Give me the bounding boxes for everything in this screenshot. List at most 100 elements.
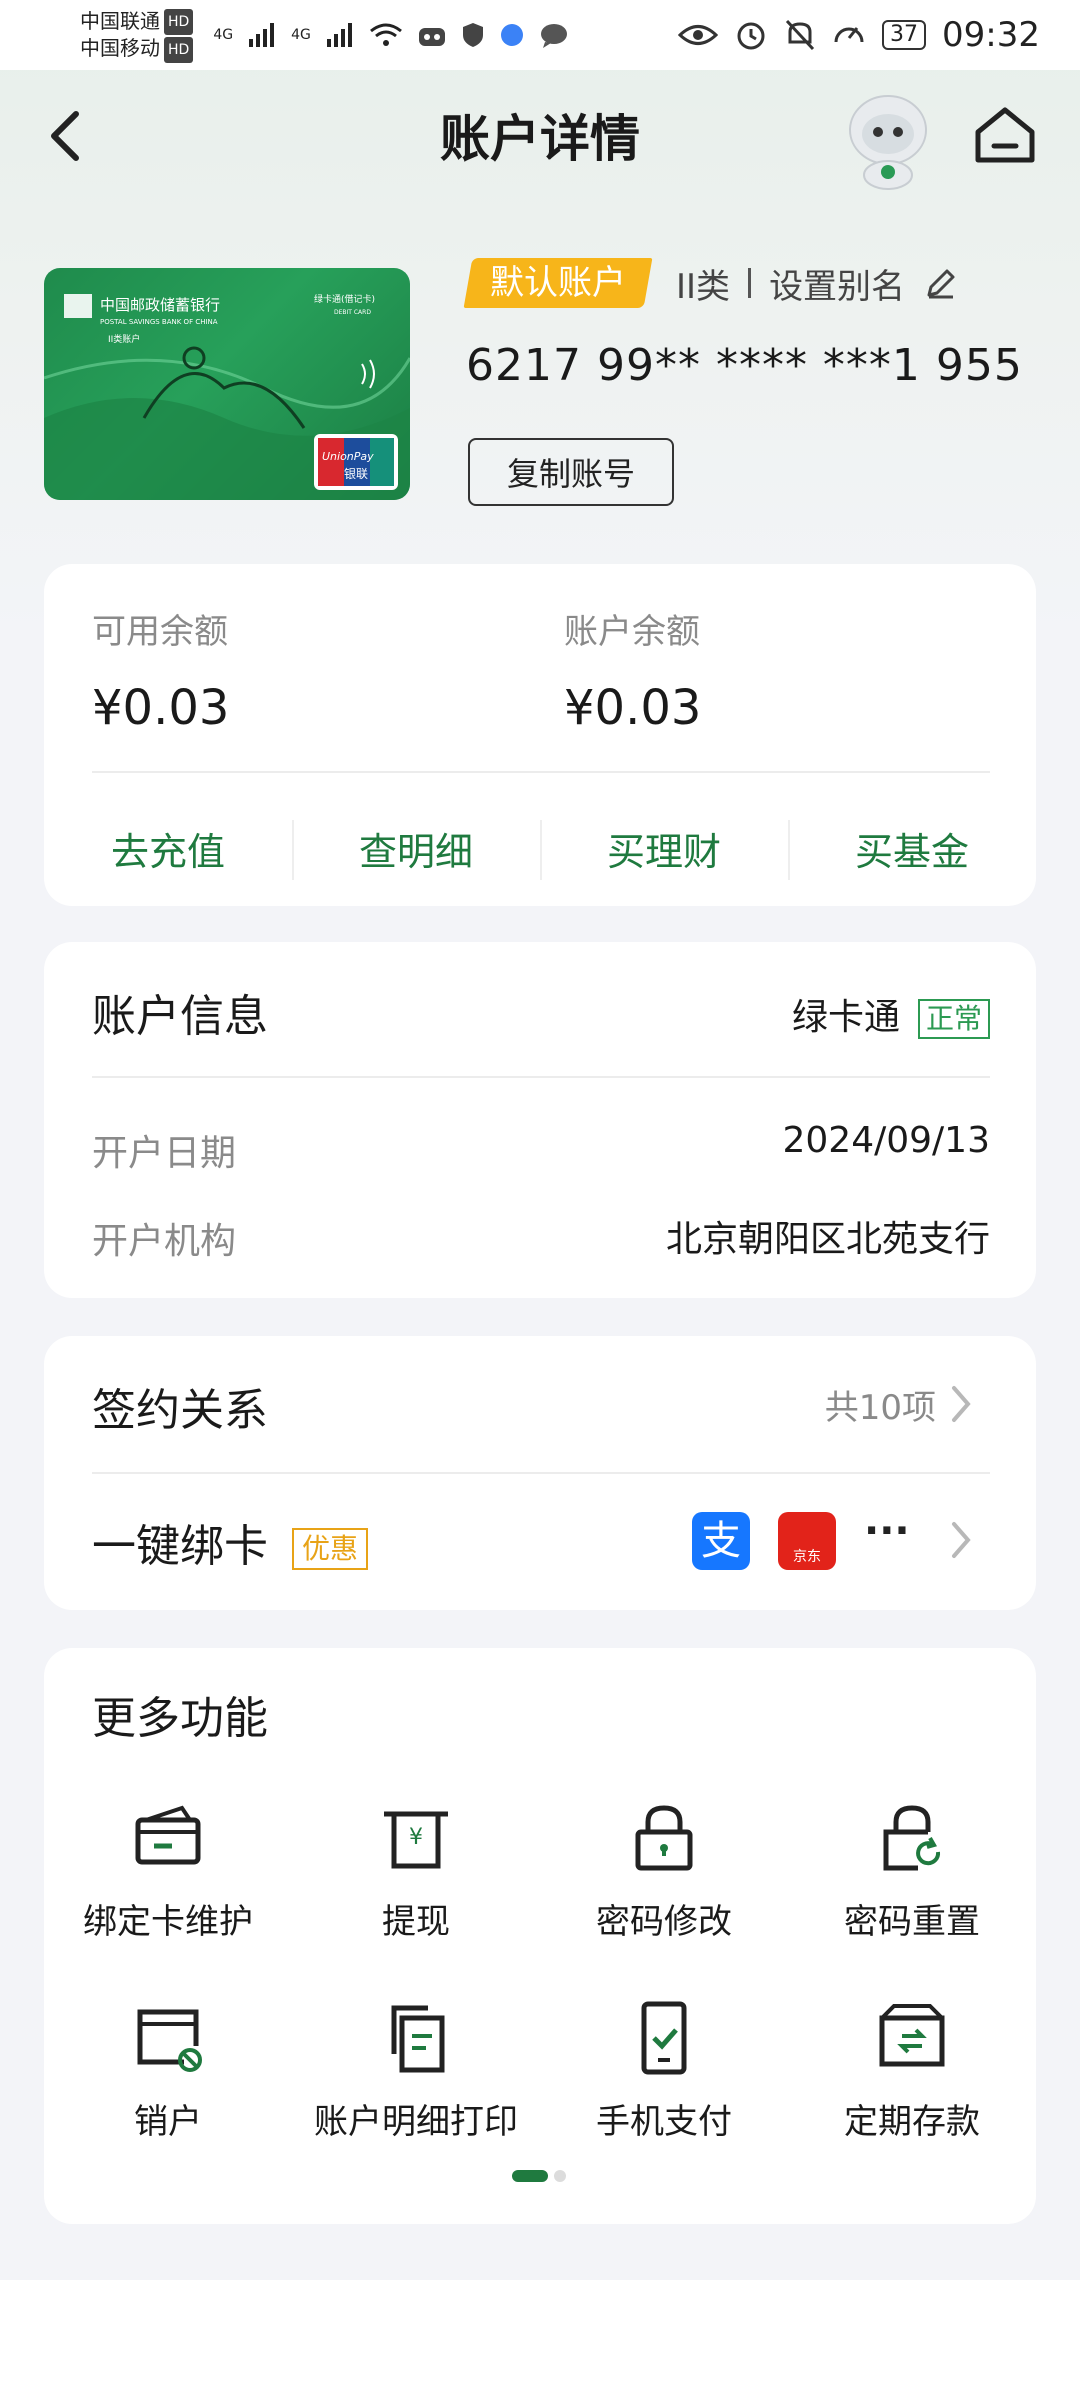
withdraw-icon: ¥ [384, 1811, 448, 1869]
feature-mobile-pay[interactable]: 手机支付 [540, 1998, 788, 2158]
status-bar: 中国联通 HD 中国移动 HD 4G 4G 37 09:32 [0, 0, 1080, 70]
sign-relation-title: 签约关系 [92, 1385, 268, 1436]
balance-actions: 去充值 查明细 买理财 买基金 [44, 808, 1036, 888]
print-icon [391, 2005, 445, 2073]
carriers: 中国联通 HD 中国移动 HD [80, 8, 194, 63]
card-meta: II类 设置别名 [676, 258, 959, 308]
one-key-bind-row-title: 一键绑卡 优惠 [92, 1510, 369, 1574]
signal-icon [249, 23, 275, 47]
speed-icon [834, 27, 864, 43]
card-type-en: DEBIT CARD [334, 309, 371, 316]
shield-icon [462, 23, 483, 47]
one-key-bind-row[interactable]: 一键绑卡 优惠 支 京东 ··· [44, 1474, 1036, 1610]
promo-badge: 优惠 [292, 1528, 369, 1570]
account-info-title: 账户信息 [92, 991, 268, 1042]
default-account-label: 默认账户 [490, 263, 626, 303]
unionpay-label: UnionPay [322, 450, 374, 463]
chevron-right-icon [952, 1386, 971, 1422]
close-account-icon [137, 2009, 202, 2072]
wifi-icon [369, 23, 402, 46]
feature-bind-card[interactable]: 绑定卡维护 [44, 1798, 292, 1958]
network-type-1: 4G [213, 27, 234, 43]
sign-relation-row[interactable]: 签约关系 共10项 [44, 1336, 1036, 1472]
one-key-bind-title: 一键绑卡 [92, 1521, 268, 1572]
mascot-avatar[interactable] [838, 80, 938, 190]
page-dot [554, 2170, 566, 2182]
jd-icon: 京东 [778, 1512, 836, 1570]
clock: 09:32 [942, 15, 1040, 55]
feature-label: 绑定卡维护 [83, 1902, 253, 1942]
edit-icon[interactable] [923, 265, 959, 301]
phone-pay-icon [641, 2001, 687, 2075]
home-button[interactable] [970, 100, 1040, 170]
branch-label: 开户机构 [92, 1221, 237, 1262]
page-indicator [512, 2170, 566, 2182]
buy-wealth-button[interactable]: 买理财 [540, 808, 788, 888]
card-type-name: 绿卡通 [791, 997, 900, 1038]
feature-change-password[interactable]: 密码修改 [540, 1798, 788, 1958]
deposit-icon [879, 2004, 945, 2067]
card-number: 6217 99** **** ***1 955 [466, 340, 1023, 391]
eye-icon [678, 25, 719, 45]
alarm-icon [737, 22, 765, 50]
top-header: 账户详情 [0, 70, 1080, 200]
feature-label: 密码重置 [844, 1902, 980, 1942]
details-button[interactable]: 查明细 [292, 808, 540, 888]
card-icon [135, 1805, 201, 1865]
lock-icon [635, 1805, 693, 1871]
network-type-2: 4G [291, 27, 311, 43]
feature-fixed-deposit[interactable]: 定期存款 [788, 1998, 1036, 2158]
available-balance-label: 可用余额 [92, 612, 228, 652]
balance-panel: 可用余额 ¥0.03 账户余额 ¥0.03 去充值 查明细 买理财 买基金 [44, 564, 1036, 906]
browser-icon [500, 24, 523, 46]
card-artwork: 中国邮政储蓄银行 POSTAL SAVINGS BANK OF CHINA II… [44, 293, 410, 500]
feature-label: 密码修改 [596, 1902, 732, 1942]
lock-reset-icon [883, 1805, 941, 1871]
copy-account-button[interactable]: 复制账号 [468, 438, 674, 506]
battery-indicator: 37 [882, 20, 927, 50]
bottom-area [0, 2280, 1080, 2400]
chevron-right-icon [952, 1522, 971, 1558]
info-divider [92, 1076, 990, 1078]
hd-badge: HD [164, 9, 194, 35]
more-functions-panel: 更多功能 绑定卡维护 ¥ 提现 密码修改 密码重置 销户 账户明细打印 手机支付… [44, 1648, 1036, 2224]
available-balance-value: ¥0.03 [92, 680, 230, 736]
more-functions-title: 更多功能 [92, 1693, 268, 1744]
default-account-tag: 默认账户 [463, 258, 653, 308]
status-icons: 4G 4G [213, 21, 569, 49]
recharge-button[interactable]: 去充值 [44, 808, 292, 888]
feature-label: 销户 [134, 2102, 202, 2142]
hd-badge: HD [164, 36, 194, 63]
status-right: 37 09:32 [678, 15, 1040, 55]
feature-label: 提现 [382, 1902, 450, 1942]
card-bank-name: 中国邮政储蓄银行 [100, 296, 220, 314]
feature-label: 手机支付 [596, 2102, 732, 2142]
account-class: II类 [676, 266, 731, 307]
account-info-panel: 账户信息 绿卡通 正常 开户日期 2024/09/13 开户机构 北京朝阳区北苑支… [44, 942, 1036, 1298]
game-icon [418, 28, 445, 46]
open-date-value: 2024/09/13 [782, 1120, 991, 1161]
feature-label: 定期存款 [844, 2102, 980, 2142]
set-alias-link[interactable]: 设置别名 [769, 259, 905, 308]
feature-reset-password[interactable]: 密码重置 [788, 1798, 1036, 1958]
carrier-1: 中国联通 [80, 8, 160, 33]
buy-fund-button[interactable]: 买基金 [788, 808, 1036, 888]
page-title: 账户详情 [440, 110, 640, 168]
status-badge: 正常 [917, 999, 990, 1039]
branch-value: 北京朝阳区北苑支行 [665, 1219, 990, 1260]
card-type-row: 绿卡通 正常 [792, 988, 990, 1040]
feature-print-details[interactable]: 账户明细打印 [292, 1998, 540, 2158]
svg-text:¥: ¥ [409, 1825, 423, 1850]
feature-withdraw[interactable]: ¥ 提现 [292, 1798, 540, 1958]
feature-label: 账户明细打印 [314, 2102, 518, 2142]
page-dot-active [512, 2170, 548, 2182]
account-balance-value: ¥0.03 [564, 680, 702, 736]
card-bank-name-en: POSTAL SAVINGS BANK OF CHINA [100, 318, 218, 326]
back-button[interactable] [40, 100, 100, 170]
feature-close-account[interactable]: 销户 [44, 1998, 292, 2158]
signal-icon [326, 23, 352, 47]
mute-icon [785, 19, 815, 51]
sign-count: 共10项 [824, 1388, 936, 1428]
balance-divider [92, 771, 990, 773]
more-apps-icon: ··· [864, 1508, 910, 1554]
